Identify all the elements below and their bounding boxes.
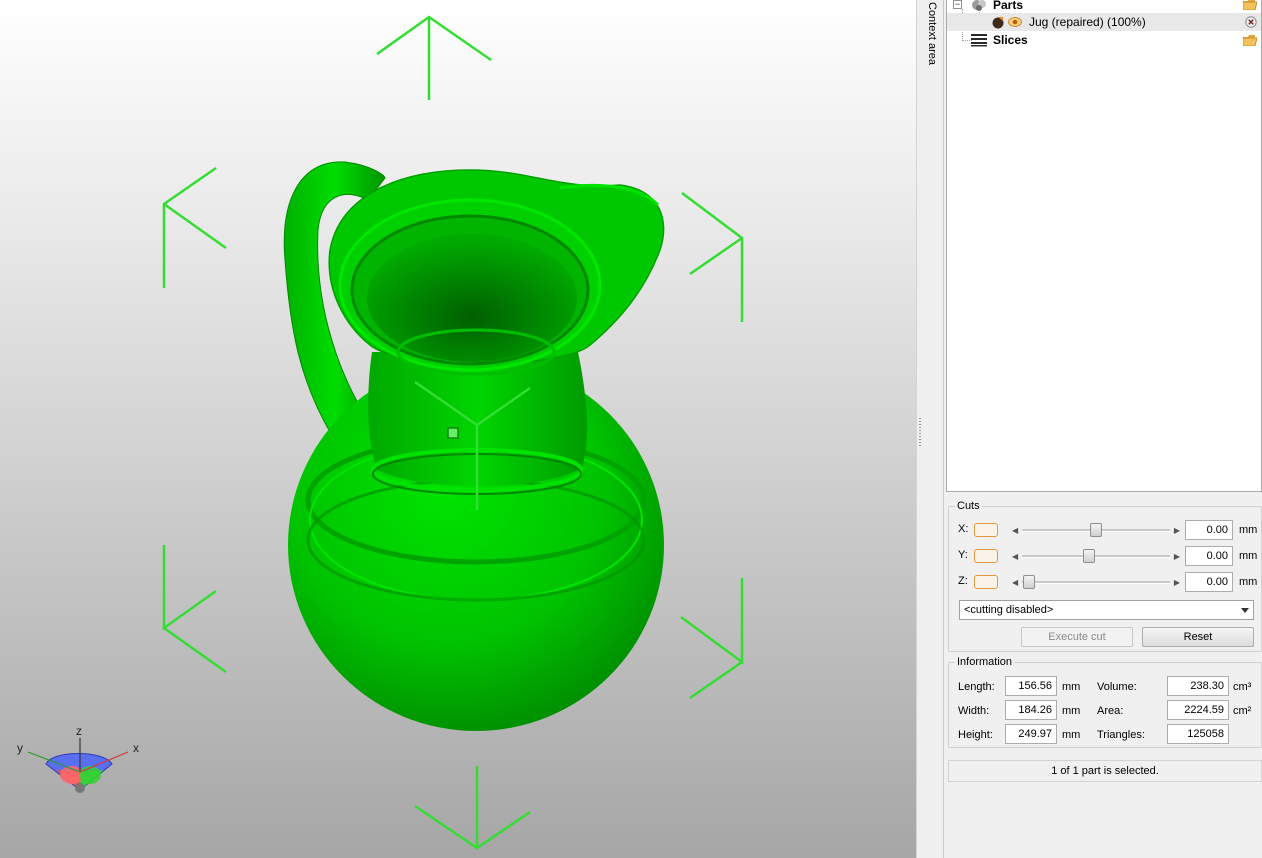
part-color-icon[interactable] [991, 15, 1005, 29]
cut-row-x: X: ◀ ▶ 0.00 mm [956, 519, 1262, 541]
cut-row-z: Z: ◀ ▶ 0.00 mm [956, 571, 1262, 593]
tree-item-parts[interactable]: − Parts [947, 0, 1261, 14]
slider-groove [1022, 555, 1170, 558]
slider-groove [1022, 581, 1170, 584]
length-value: 156.56 [1005, 676, 1057, 696]
slider-thumb[interactable] [1023, 575, 1036, 589]
cut-mode-value: <cutting disabled> [964, 604, 1054, 616]
pivot-point[interactable] [447, 427, 459, 439]
area-value: 2224.59 [1167, 700, 1229, 720]
height-value: 249.97 [1005, 724, 1057, 744]
visibility-eye-icon[interactable] [1008, 16, 1022, 28]
cut-axis-label: Y: [958, 549, 968, 561]
cut-slider-x[interactable]: ◀ ▶ [1010, 522, 1182, 538]
cut-enable-toggle-y[interactable] [974, 549, 998, 563]
area-label: Area: [1097, 705, 1124, 717]
cut-slider-y[interactable]: ◀ ▶ [1010, 548, 1182, 564]
handle-top-arrow [376, 15, 492, 100]
axis-y-label: y [17, 741, 23, 755]
execute-cut-button[interactable]: Execute cut [1021, 627, 1133, 647]
axis-orientation-gizmo[interactable]: z x y [17, 724, 139, 793]
chevron-down-icon[interactable] [1241, 608, 1249, 613]
length-unit: mm [1062, 681, 1081, 693]
height-unit: mm [1062, 729, 1081, 741]
context-area-tab[interactable]: Context area [922, 0, 944, 858]
tree-item-jug[interactable]: Jug (repaired) (100%) [947, 13, 1261, 31]
tree-item-slices[interactable]: Slices [947, 31, 1261, 49]
length-label: Length: [958, 681, 995, 693]
open-folder-icon[interactable] [1243, 0, 1257, 10]
cut-mode-select[interactable]: <cutting disabled> [959, 600, 1254, 620]
object-tree[interactable]: − Parts Jug (repaired) (100%) Slices [946, 0, 1262, 492]
volume-value: 238.30 [1167, 676, 1229, 696]
context-area-label: Context area [926, 2, 938, 65]
handle-lower-left-arrow [162, 545, 227, 674]
axis-x-label: x [133, 741, 139, 755]
volume-label: Volume: [1097, 681, 1137, 693]
height-label: Height: [958, 729, 993, 741]
triangles-value: 125058 [1167, 724, 1229, 744]
handle-lower-right-arrow [680, 578, 744, 700]
slider-right-arrow-icon[interactable]: ▶ [1174, 578, 1180, 587]
slider-thumb[interactable] [1090, 523, 1102, 537]
cut-enable-toggle-x[interactable] [974, 523, 998, 537]
slices-icon [971, 34, 987, 47]
width-value: 184.26 [1005, 700, 1057, 720]
information-title: Information [957, 656, 1013, 668]
cut-axis-label: X: [958, 523, 969, 535]
cut-unit: mm [1239, 524, 1258, 536]
handle-upper-right-arrow [681, 192, 744, 322]
slider-left-arrow-icon[interactable]: ◀ [1012, 526, 1018, 535]
splitter-grip[interactable] [919, 418, 921, 446]
slider-left-arrow-icon[interactable]: ◀ [1012, 552, 1018, 561]
context-panel: − Parts Jug (repaired) (100%) Slices Cut… [944, 0, 1262, 858]
cut-value-y[interactable]: 0.00 [1185, 546, 1233, 566]
reset-button[interactable]: Reset [1142, 627, 1254, 647]
area-unit: cm² [1233, 705, 1252, 717]
parts-icon [972, 0, 986, 11]
cut-value-z[interactable]: 0.00 [1185, 572, 1233, 592]
collapse-toggle[interactable]: − [953, 0, 962, 9]
parts-label: Parts [993, 0, 1024, 12]
cut-axis-label: Z: [958, 575, 968, 587]
volume-unit: cm³ [1233, 681, 1252, 693]
cut-unit: mm [1239, 550, 1258, 562]
cut-value-x[interactable]: 0.00 [1185, 520, 1233, 540]
remove-icon[interactable] [1245, 16, 1257, 28]
slider-left-arrow-icon[interactable]: ◀ [1012, 578, 1018, 587]
cut-unit: mm [1239, 576, 1258, 588]
slider-thumb[interactable] [1082, 549, 1095, 563]
3d-viewport[interactable]: z x y [0, 0, 916, 858]
selection-status: 1 of 1 part is selected. [948, 760, 1262, 782]
triangles-label: Triangles: [1097, 729, 1145, 741]
axis-z-label: z [76, 724, 82, 738]
cuts-title: Cuts [957, 500, 980, 512]
cut-slider-z[interactable]: ◀ ▶ [1010, 574, 1182, 590]
slider-right-arrow-icon[interactable]: ▶ [1174, 552, 1180, 561]
slices-label: Slices [993, 33, 1028, 47]
handle-bottom-arrow [414, 766, 531, 850]
scene-canvas[interactable]: z x y [0, 0, 916, 858]
width-label: Width: [958, 705, 990, 717]
cut-enable-toggle-z[interactable] [974, 575, 998, 589]
open-folder-icon[interactable] [1243, 35, 1257, 46]
handle-upper-left-arrow [162, 166, 227, 288]
slider-right-arrow-icon[interactable]: ▶ [1174, 526, 1180, 535]
width-unit: mm [1062, 705, 1081, 717]
part-name: Jug (repaired) (100%) [1029, 15, 1146, 29]
cut-row-y: Y: ◀ ▶ 0.00 mm [956, 545, 1262, 567]
jug-model[interactable] [283, 161, 665, 731]
